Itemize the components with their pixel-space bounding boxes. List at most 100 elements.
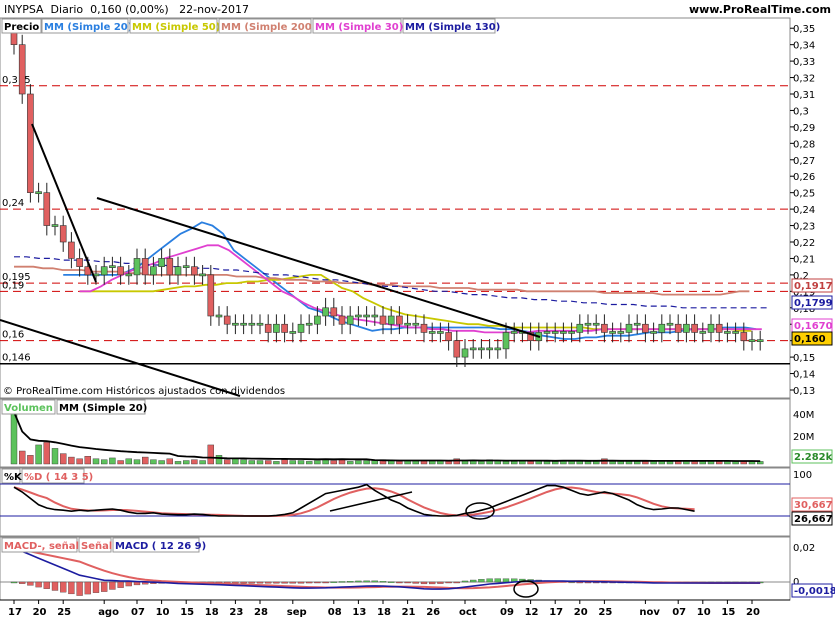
x-tick-label: 10 xyxy=(697,607,711,618)
volume-bar xyxy=(191,459,198,465)
x-tick-label: 15 xyxy=(721,607,735,618)
x-tick-label: 08 xyxy=(328,607,342,618)
volume-bar xyxy=(445,461,452,465)
x-tick-label: 20 xyxy=(574,607,588,618)
candle-body xyxy=(601,323,608,333)
candle-body xyxy=(191,266,198,276)
candle-body xyxy=(355,314,362,318)
volume-bar xyxy=(584,461,592,465)
volume-bar xyxy=(182,460,190,465)
price-ytick-label: 0,28 xyxy=(793,139,815,150)
volume-bar xyxy=(76,458,83,465)
candle-body xyxy=(240,322,247,326)
candle-body xyxy=(576,323,584,333)
volume-bar xyxy=(371,460,378,465)
x-tick-label: ago xyxy=(98,607,119,618)
stoch-tag-label: 30,667 xyxy=(794,500,833,511)
candle-body xyxy=(396,315,403,325)
candle-body xyxy=(297,323,305,333)
volume-tag-label: 2.282k xyxy=(794,452,833,463)
x-tick-label: 10 xyxy=(156,607,170,618)
volume-bar xyxy=(347,461,354,465)
candle-body xyxy=(543,331,551,334)
x-tick-label: 25 xyxy=(598,607,612,618)
volume-bar xyxy=(634,461,641,465)
volume-bar xyxy=(117,460,124,465)
legend-label: %K xyxy=(4,472,23,483)
legend-label: MM (Simple 50) xyxy=(132,22,220,33)
macd-histogram-bar xyxy=(445,581,452,584)
volume-bar xyxy=(256,460,264,465)
volume-bar xyxy=(322,459,329,465)
x-tick-label: 20 xyxy=(33,607,47,618)
price-level-label: 0,146 xyxy=(2,353,31,364)
volume-bar xyxy=(133,459,141,465)
volume-bar xyxy=(223,459,231,465)
macd-histogram-bar xyxy=(502,578,510,583)
candle-body xyxy=(691,323,698,333)
candle-body xyxy=(330,307,338,317)
candle-body xyxy=(510,331,518,334)
candle-body xyxy=(740,332,748,341)
candle-body xyxy=(371,314,379,318)
candle-body xyxy=(715,323,723,333)
macd-histogram-bar xyxy=(437,581,444,584)
volume-bar xyxy=(338,459,346,465)
candle-body xyxy=(379,315,387,325)
price-ytick-label: 0,13 xyxy=(793,386,815,397)
volume-ytick-label: 20M xyxy=(793,432,814,443)
macd-histogram-bar xyxy=(289,581,296,584)
macd-histogram-bar xyxy=(420,581,428,585)
candle-body xyxy=(338,315,346,325)
price-ytick-label: 0,15 xyxy=(793,353,815,364)
legend-label: MM (Simple 130) xyxy=(405,22,500,33)
macd-histogram-bar xyxy=(363,580,370,583)
volume-bar xyxy=(100,459,108,465)
x-tick-label: 07 xyxy=(131,607,145,618)
candle-body xyxy=(683,323,690,333)
volume-bar xyxy=(199,460,206,465)
macd-histogram-bar xyxy=(117,581,124,588)
price-ytick-label: 0,26 xyxy=(793,172,815,183)
macd-histogram-bar xyxy=(412,581,419,584)
macd-histogram-bar xyxy=(371,580,378,583)
candle-body xyxy=(174,266,182,276)
candle-body xyxy=(453,340,461,358)
candle-body xyxy=(748,339,756,342)
price-ytick-label: 0,23 xyxy=(793,222,815,233)
volume-bar xyxy=(109,457,116,465)
candle-body xyxy=(35,191,42,194)
candle-body xyxy=(732,331,739,334)
legend-label: Señal xyxy=(81,541,112,552)
volume-bar xyxy=(511,461,518,465)
volume-bar xyxy=(289,460,296,465)
chart-footer: © ProRealTime.com Históricos ajustados c… xyxy=(3,385,285,397)
legend-label: MACD-, señal xyxy=(4,541,79,552)
candle-body xyxy=(150,266,157,276)
macd-histogram-bar xyxy=(101,581,108,592)
macd-histogram-bar xyxy=(314,581,321,584)
candle-body xyxy=(724,331,731,334)
volume-bar xyxy=(150,459,157,465)
stoch-ytick-label: 100 xyxy=(793,470,812,481)
candle-body xyxy=(642,323,649,333)
x-tick-label: 09 xyxy=(500,607,514,618)
price-ytick-label: 0,34 xyxy=(793,41,815,52)
macd-histogram-bar xyxy=(461,580,469,583)
candle-body xyxy=(109,265,116,268)
volume-bar xyxy=(478,461,485,465)
price-ytick-label: 0,27 xyxy=(793,156,815,167)
candle-body xyxy=(27,93,34,193)
price-ytick-label: 0,29 xyxy=(793,123,815,134)
candle-body xyxy=(182,265,190,268)
volume-ytick-label: 40M xyxy=(793,410,814,421)
macd-histogram-bar xyxy=(281,581,288,584)
legend-label: MM (Simple 30) xyxy=(315,22,403,33)
macd-histogram-bar xyxy=(355,580,362,583)
price-ytick-label: 0,21 xyxy=(793,254,815,265)
candle-body xyxy=(666,322,674,326)
volume-bar xyxy=(543,461,551,465)
candle-body xyxy=(674,323,682,333)
volume-bar xyxy=(35,444,42,465)
volume-bar xyxy=(215,455,223,465)
